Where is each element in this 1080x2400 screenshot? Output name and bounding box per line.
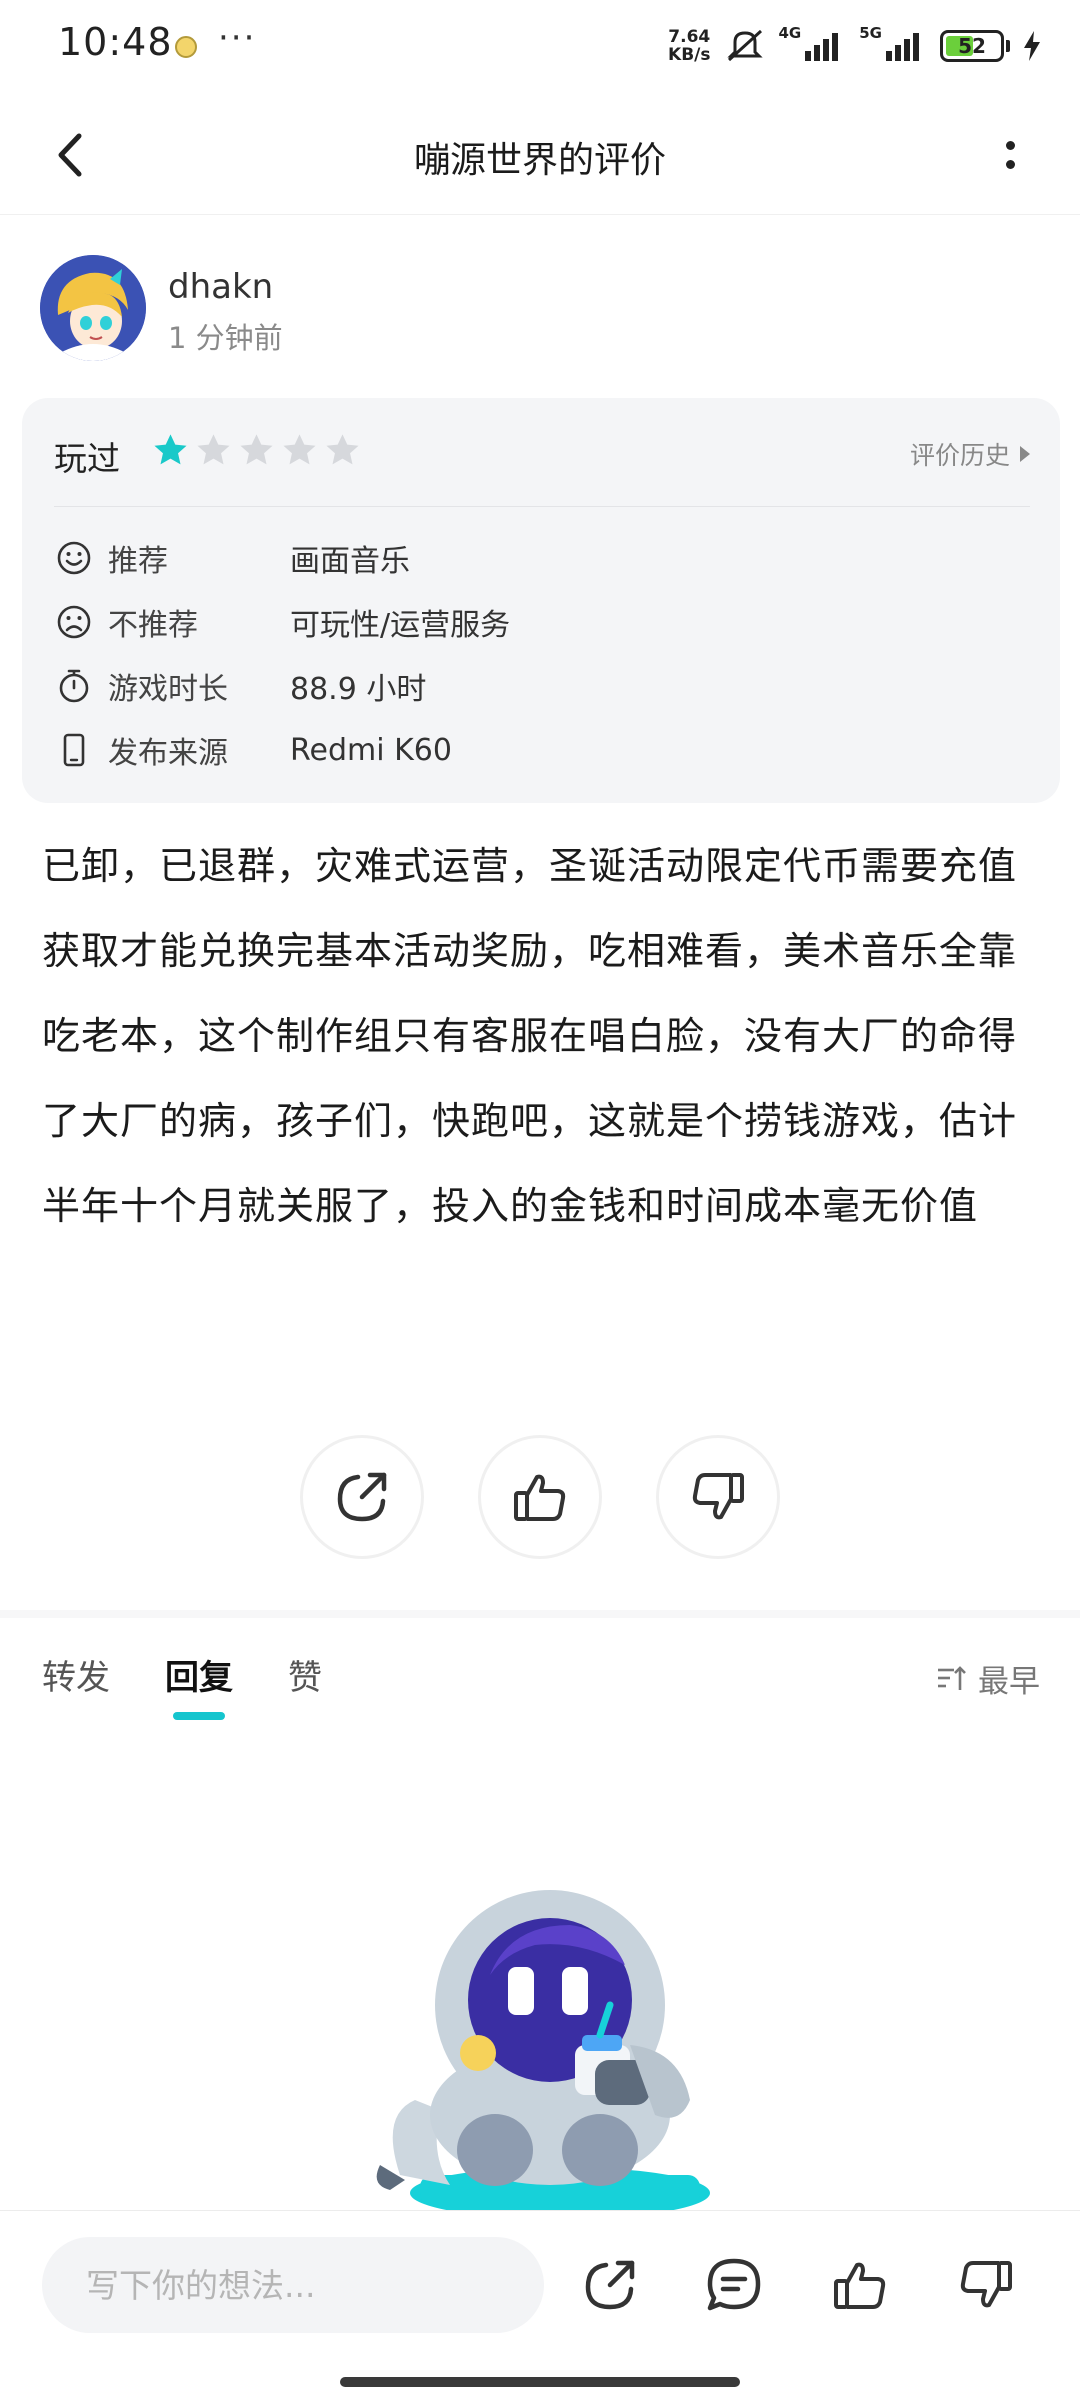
more-dot [1005, 141, 1015, 150]
page-title: 嘣源世界的评价 [413, 140, 666, 181]
signal-1-label: 4G [778, 24, 802, 42]
thumbs-up-icon [834, 2262, 886, 2309]
active-tab-indicator [173, 1712, 225, 1720]
tab-likes[interactable]: 赞 [288, 1650, 322, 1710]
network-speed: 7.64 KB/s [668, 28, 710, 64]
review-author: dhakn 1 分钟前 [40, 255, 1040, 365]
status-time: 10:48 [58, 20, 173, 64]
more-dot [1005, 160, 1015, 169]
star-empty-icon [283, 434, 316, 465]
tab-replies[interactable]: 回复 [165, 1650, 233, 1720]
status-indicators: 7.64 KB/s 4G 5G 52 [668, 24, 1040, 68]
avatar[interactable] [40, 255, 146, 361]
bottom-comment-bar [0, 2210, 1080, 2400]
detail-row-playtime: 游戏时长 88.9 小时 [54, 654, 1014, 718]
network-speed-value: 7.64 [668, 27, 711, 47]
review-text: 已卸，已退群，灾难式运营，圣诞活动限定代币需要充值获取才能兑换完基本活动奖励，吃… [42, 844, 1018, 1228]
review-history-label: 评价历史 [909, 441, 1010, 470]
divider [54, 506, 1030, 507]
detail-row-source: 发布来源 Redmi K60 [54, 718, 1014, 782]
battery-icon: 52 [940, 30, 1004, 62]
signal-strength-icon [886, 31, 926, 61]
avatar-image [40, 255, 146, 361]
sort-icon [938, 1665, 966, 1690]
comment-tabs: 转发 回复 赞 [42, 1650, 322, 1720]
thumbs-up-icon [514, 1474, 566, 1521]
comment-icon [707, 2258, 761, 2311]
star-empty-icon [326, 434, 359, 465]
detail-label: 发布来源 [108, 736, 228, 771]
charging-icon [1024, 31, 1040, 61]
signal-strength-icon [805, 31, 845, 61]
battery-level: 52 [958, 34, 986, 58]
tab-label: 回复 [165, 1658, 233, 1698]
sort-button[interactable]: 最早 [936, 1656, 1040, 1701]
app-notification-icon [175, 36, 197, 58]
smile-icon [54, 538, 94, 578]
detail-label: 推荐 [108, 544, 168, 579]
status-bar: 10:48 ··· 7.64 KB/s 4G 5G 52 [0, 0, 1080, 90]
detail-label: 不推荐 [108, 608, 198, 643]
detail-value: 画面音乐 [290, 544, 410, 579]
frown-icon [54, 602, 94, 642]
more-options-button[interactable] [980, 125, 1040, 185]
detail-value: 可玩性/运营服务 [290, 608, 511, 643]
comment-input[interactable] [42, 2237, 544, 2333]
stopwatch-icon [54, 666, 94, 706]
signal-2-label: 5G [859, 24, 882, 42]
detail-row-recommend: 推荐 画面音乐 [54, 526, 1014, 590]
thumbs-down-icon [692, 1473, 744, 1520]
share-button[interactable] [300, 1435, 424, 1559]
top-navigation-bar: 嘣源世界的评价 [0, 95, 1080, 215]
bottom-dislike-button[interactable] [954, 2253, 1018, 2317]
bottom-share-button[interactable] [578, 2253, 642, 2317]
post-time: 1 分钟前 [168, 321, 283, 355]
share-icon [585, 2260, 635, 2310]
like-button[interactable] [478, 1435, 602, 1559]
star-empty-icon [240, 434, 273, 465]
review-details: 推荐 画面音乐 不推荐 可玩性/运营服务 游戏时长 88.9 小时 发布来源 R… [54, 526, 1014, 782]
detail-value: Redmi K60 [290, 732, 452, 768]
review-history-link[interactable]: 评价历史 [910, 436, 1030, 472]
network-speed-unit: KB/s [668, 45, 711, 65]
sort-label: 最早 [978, 1664, 1040, 1700]
mute-icon [725, 28, 765, 64]
dislike-button[interactable] [656, 1435, 780, 1559]
phone-icon [54, 730, 94, 770]
detail-row-not-recommend: 不推荐 可玩性/运营服务 [54, 590, 1014, 654]
section-divider [0, 1610, 1080, 1618]
review-actions [0, 1435, 1080, 1565]
tab-forwards[interactable]: 转发 [42, 1650, 110, 1710]
detail-label: 游戏时长 [108, 672, 228, 707]
detail-value: 88.9 小时 [290, 672, 427, 707]
play-arrow-icon [1020, 446, 1030, 462]
thumbs-down-icon [960, 2261, 1012, 2308]
tab-label: 赞 [288, 1658, 322, 1698]
star-rating [152, 432, 361, 469]
review-info-card: 玩过 评价历史 推荐 画面音乐 不推荐 可玩性/运营服务 游戏时长 88.9 小… [22, 398, 1060, 803]
played-status: 玩过 [54, 439, 120, 478]
star-filled-icon [154, 434, 187, 465]
star-empty-icon [197, 434, 230, 465]
more-notifications-icon: ··· [218, 18, 257, 58]
battery-cap [1006, 40, 1010, 52]
home-indicator[interactable] [340, 2377, 740, 2387]
tab-label: 转发 [42, 1658, 110, 1698]
bottom-like-button[interactable] [828, 2253, 892, 2317]
bottom-comment-button[interactable] [702, 2253, 766, 2317]
empty-state-mascot-illustration [360, 1885, 740, 2219]
author-name[interactable]: dhakn [168, 267, 273, 307]
share-icon [337, 1472, 387, 1522]
